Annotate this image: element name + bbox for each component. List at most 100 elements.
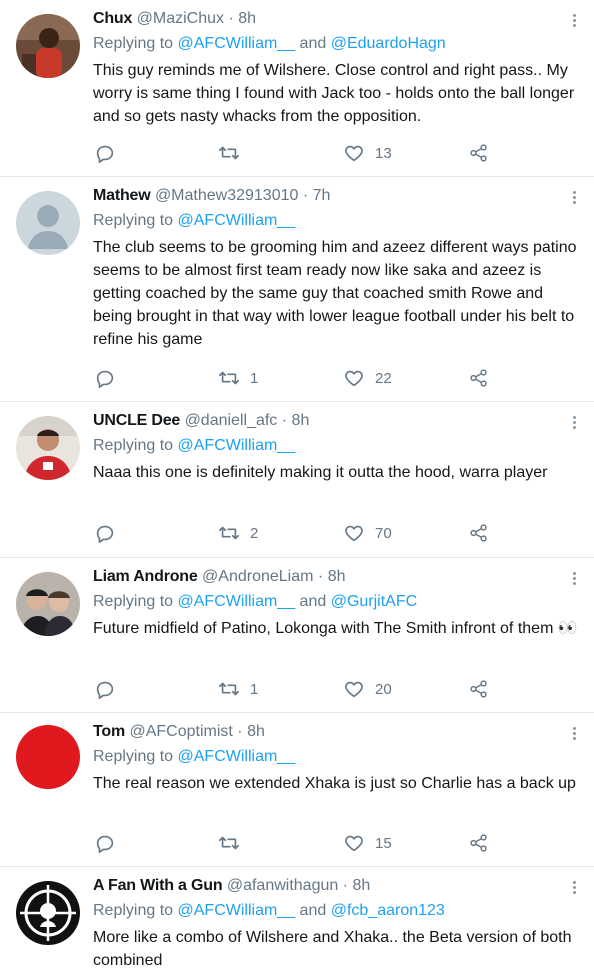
share-icon (470, 834, 487, 852)
avatar[interactable] (16, 191, 80, 255)
like-count: 20 (375, 680, 392, 698)
reply-button[interactable] (94, 831, 126, 855)
tweet[interactable]: A Fan With a Gun @afanwithagun · 8h Repl… (0, 867, 594, 969)
avatar[interactable] (16, 14, 80, 78)
retweet-count: 1 (250, 680, 259, 698)
share-button[interactable] (468, 677, 490, 701)
avatar[interactable] (16, 881, 80, 945)
reply-icon (96, 681, 114, 699)
replying-to: Replying to @AFCWilliam__ (93, 212, 295, 230)
reply-button[interactable] (94, 141, 126, 165)
tweet-header: Tom @AFCoptimist · 8h (93, 723, 265, 741)
mention-link[interactable]: @AFCWilliam__ (178, 212, 296, 229)
tweet-text: This guy reminds me of Wilshere. Close c… (93, 62, 575, 125)
like-button[interactable]: 22 (343, 366, 392, 390)
tweet-header: Mathew @Mathew32913010 · 7h (93, 187, 330, 205)
retweet-button[interactable]: 1 (218, 366, 258, 390)
reply-thread: Chux @MaziChux · 8h Replying to @AFCWill… (0, 0, 594, 969)
share-button[interactable] (468, 521, 490, 545)
display-name[interactable]: Mathew (93, 187, 151, 204)
user-handle[interactable]: @daniell_afc (185, 412, 278, 429)
more-icon[interactable] (568, 725, 580, 745)
separator-dot: · (228, 10, 234, 27)
share-button[interactable] (468, 141, 490, 165)
timestamp[interactable]: 8h (292, 412, 310, 429)
avatar[interactable] (16, 725, 80, 789)
like-button[interactable]: 70 (343, 521, 392, 545)
display-name[interactable]: Tom (93, 723, 125, 740)
avatar-photo-icon (16, 725, 80, 789)
reply-button[interactable] (94, 521, 126, 545)
share-icon (470, 524, 487, 542)
tweet-actions: 1 22 (94, 366, 514, 390)
separator-dot: · (237, 723, 243, 740)
reply-icon (96, 370, 114, 388)
more-icon[interactable] (568, 414, 580, 434)
avatar[interactable] (16, 416, 80, 480)
like-button[interactable]: 13 (343, 141, 392, 165)
user-handle[interactable]: @AFCoptimist (129, 723, 232, 740)
avatar-photo-icon (16, 14, 80, 78)
replying-to: Replying to @AFCWilliam__ and @GurjitAFC (93, 593, 417, 611)
timestamp[interactable]: 8h (238, 10, 256, 27)
replying-to: Replying to @AFCWilliam__ and @fcb_aaron… (93, 902, 445, 920)
more-icon[interactable] (568, 12, 580, 32)
like-button[interactable]: 20 (343, 677, 392, 701)
tweet-actions: 1 20 (94, 677, 514, 701)
retweet-button[interactable] (218, 141, 250, 165)
display-name[interactable]: Chux (93, 10, 132, 27)
display-name[interactable]: UNCLE Dee (93, 412, 180, 429)
tweet[interactable]: Chux @MaziChux · 8h Replying to @AFCWill… (0, 0, 594, 177)
tweet-actions: 13 (94, 141, 514, 165)
more-icon[interactable] (568, 879, 580, 899)
tweet[interactable]: Tom @AFCoptimist · 8h Replying to @AFCWi… (0, 713, 594, 867)
separator-dot: · (302, 187, 309, 204)
user-handle[interactable]: @AndroneLiam (202, 568, 313, 585)
mention-link[interactable]: @AFCWilliam__ (178, 902, 296, 919)
like-icon (345, 835, 363, 852)
mention-link[interactable]: @AFCWilliam__ (178, 437, 296, 454)
retweet-button[interactable]: 2 (218, 521, 258, 545)
mention-link[interactable]: @AFCWilliam__ (178, 748, 296, 765)
timestamp[interactable]: 8h (247, 723, 265, 740)
avatar[interactable] (16, 572, 80, 636)
mention-link[interactable]: @fcb_aaron123 (331, 902, 445, 919)
reply-icon (96, 145, 114, 163)
share-icon (470, 369, 487, 387)
tweet[interactable]: Mathew @Mathew32913010 · 7h Replying to … (0, 177, 594, 402)
timestamp[interactable]: 8h (353, 877, 371, 894)
reply-button[interactable] (94, 366, 126, 390)
mention-link[interactable]: @GurjitAFC (331, 593, 417, 610)
like-icon (345, 370, 363, 387)
share-button[interactable] (468, 831, 490, 855)
more-icon[interactable] (568, 189, 580, 209)
reply-button[interactable] (94, 677, 126, 701)
retweet-count: 1 (250, 369, 259, 387)
retweet-icon (219, 682, 239, 696)
retweet-count: 2 (250, 524, 259, 542)
timestamp[interactable]: 8h (328, 568, 346, 585)
mention-link[interactable]: @AFCWilliam__ (178, 35, 296, 52)
tweet[interactable]: Liam Androne @AndroneLiam · 8h Replying … (0, 558, 594, 713)
more-icon[interactable] (568, 570, 580, 590)
replying-to: Replying to @AFCWilliam__ (93, 748, 295, 766)
mention-link[interactable]: @EduardoHagn (331, 35, 446, 52)
retweet-button[interactable]: 1 (218, 677, 258, 701)
retweet-button[interactable] (218, 831, 250, 855)
tweet-actions: 2 70 (94, 521, 514, 545)
user-handle[interactable]: @Mathew32913010 (155, 187, 298, 204)
replying-prefix: Replying to (93, 212, 174, 229)
replying-to: Replying to @AFCWilliam__ (93, 437, 295, 455)
display-name[interactable]: A Fan With a Gun (93, 877, 223, 894)
tweet[interactable]: UNCLE Dee @daniell_afc · 8h Replying to … (0, 402, 594, 558)
user-handle[interactable]: @afanwithagun (227, 877, 338, 894)
tweet-actions: 15 (94, 831, 514, 855)
display-name[interactable]: Liam Androne (93, 568, 198, 585)
tweet-header: Liam Androne @AndroneLiam · 8h (93, 568, 345, 586)
mention-link[interactable]: @AFCWilliam__ (178, 593, 296, 610)
user-handle[interactable]: @MaziChux (137, 10, 224, 27)
timestamp[interactable]: 7h (313, 187, 331, 204)
retweet-icon (219, 836, 239, 850)
share-button[interactable] (468, 366, 490, 390)
like-button[interactable]: 15 (343, 831, 392, 855)
